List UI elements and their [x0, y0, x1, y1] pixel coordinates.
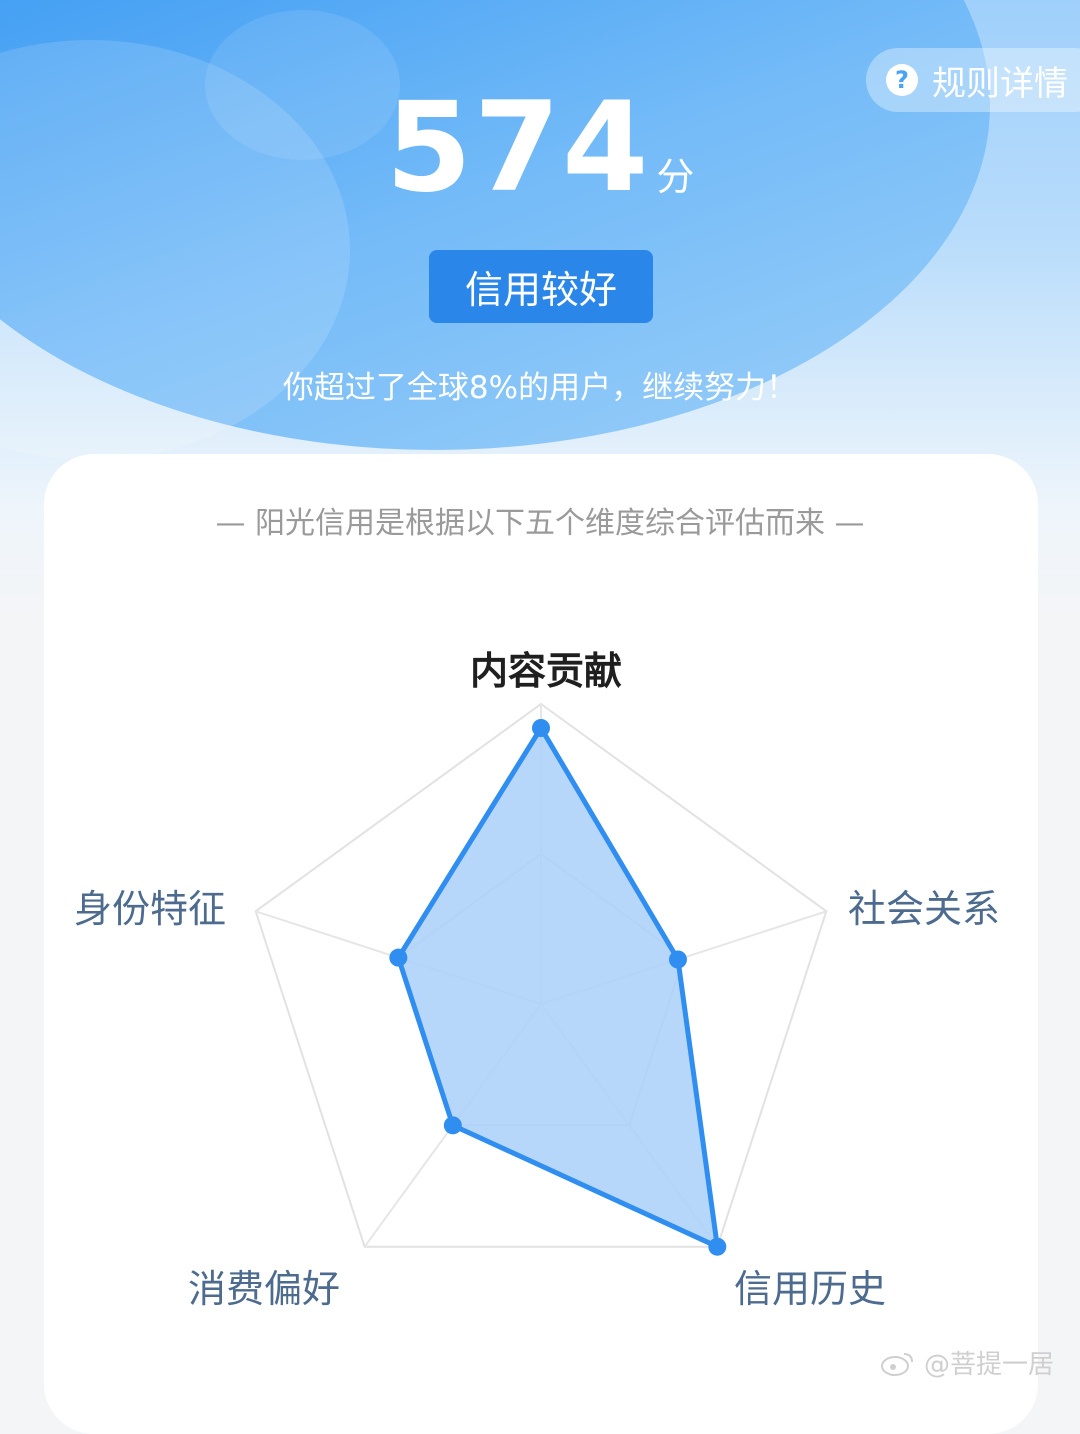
radar-label-consumption-preference: 消费偏好	[188, 1267, 341, 1311]
radar-label-identity-traits: 身份特征	[74, 887, 227, 931]
radar-label-credit-history: 信用历史	[734, 1267, 887, 1311]
radar-point-2	[668, 950, 687, 969]
radar-point-5	[389, 948, 408, 967]
radar-point-1	[532, 719, 550, 737]
watermark-text: @菩提一居	[924, 1350, 1055, 1380]
radar-label-social-relations: 社会关系	[848, 887, 1001, 931]
radar-label-content-contribution: 内容贡献	[470, 649, 623, 693]
radar-data-area	[395, 725, 720, 1250]
radar-point-4	[443, 1116, 462, 1135]
radar-point-3	[708, 1237, 727, 1256]
watermark: @菩提一居	[880, 1344, 1054, 1381]
weibo-icon	[881, 1352, 913, 1376]
